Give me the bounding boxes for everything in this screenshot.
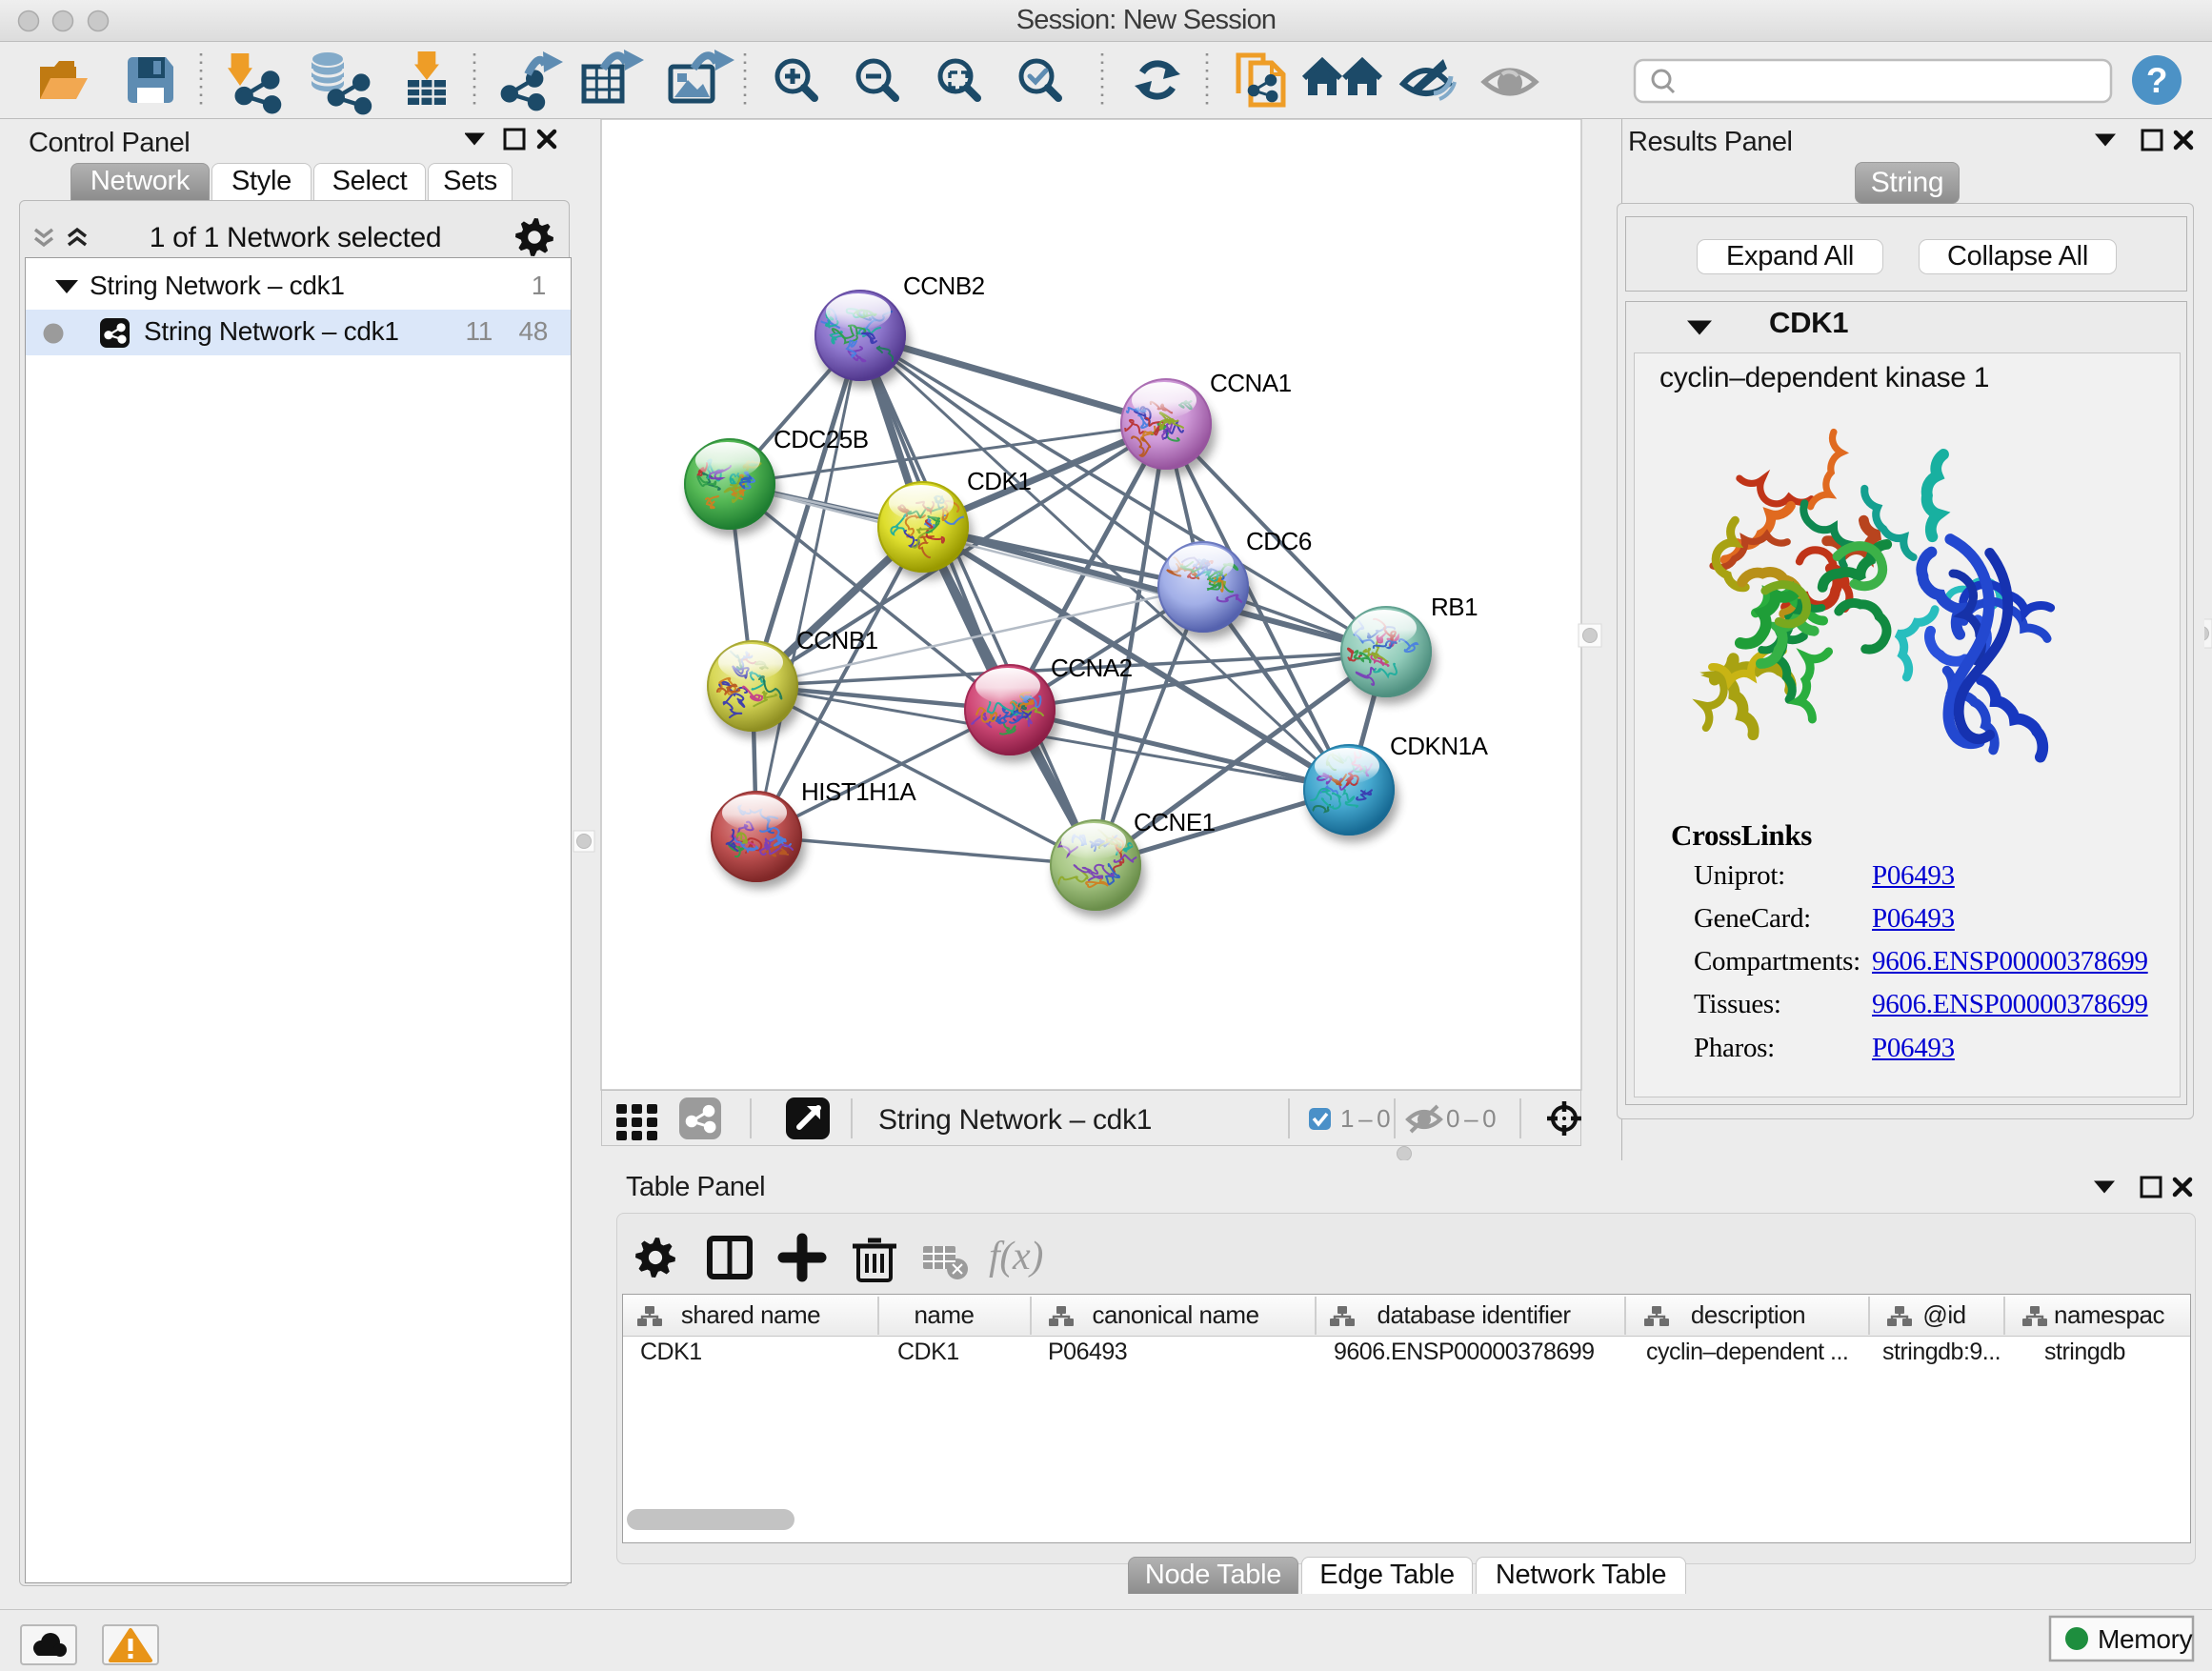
svg-text:CDKN1A: CDKN1A <box>1390 732 1489 760</box>
svg-text:description: description <box>1691 1300 1805 1329</box>
svg-text:CCNA2: CCNA2 <box>1051 654 1133 682</box>
svg-text:CDC25B: CDC25B <box>774 425 869 453</box>
svg-text:canonical name: canonical name <box>1092 1300 1258 1329</box>
svg-text:CCNE1: CCNE1 <box>1134 808 1216 836</box>
svg-text:CDC6: CDC6 <box>1246 527 1312 555</box>
svg-text:Memory: Memory <box>2098 1624 2193 1654</box>
svg-text:database identifier: database identifier <box>1377 1300 1572 1329</box>
svg-text:HIST1H1A: HIST1H1A <box>801 777 916 806</box>
svg-text:name: name <box>914 1300 974 1329</box>
svg-text:CDK1: CDK1 <box>967 467 1031 495</box>
svg-text:@id: @id <box>1922 1300 1965 1329</box>
svg-text:RB1: RB1 <box>1431 593 1478 621</box>
svg-text:0 – 0: 0 – 0 <box>1446 1104 1496 1133</box>
svg-text:1 – 0: 1 – 0 <box>1340 1104 1390 1133</box>
svg-text:CCNB1: CCNB1 <box>796 626 878 654</box>
svg-text:CCNB2: CCNB2 <box>903 272 985 300</box>
svg-text:CCNA1: CCNA1 <box>1210 369 1292 397</box>
svg-text:namespac: namespac <box>2054 1300 2164 1329</box>
svg-text:shared name: shared name <box>681 1300 820 1329</box>
svg-text:f(x): f(x) <box>989 1235 1043 1278</box>
svg-text:String Network – cdk1: String Network – cdk1 <box>878 1104 1152 1136</box>
